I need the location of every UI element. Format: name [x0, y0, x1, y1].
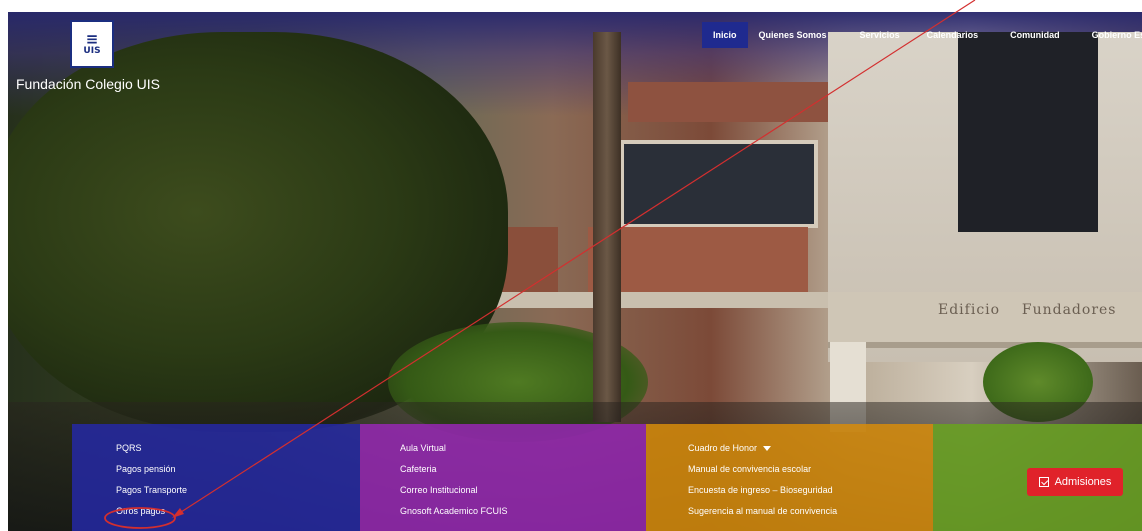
link-cuadro-de-honor[interactable]: Cuadro de Honor [688, 438, 933, 459]
admisiones-button[interactable]: Admisiones [1027, 468, 1123, 496]
building-window-block [958, 32, 1098, 232]
link-otros-pagos[interactable]: Otros pagos [116, 501, 360, 522]
link-pagos-transporte[interactable]: Pagos Transporte [116, 480, 360, 501]
nav-quienes-somos[interactable]: Quienes Somos [748, 22, 838, 48]
nav-comunidad[interactable]: Comunidad [994, 22, 1076, 48]
link-cuadro-de-honor-label: Cuadro de Honor [688, 443, 758, 453]
link-pqrs[interactable]: PQRS [116, 438, 360, 459]
nav-calendarios[interactable]: Calendarios [915, 22, 995, 48]
link-correo-institucional[interactable]: Correo Institucional [400, 480, 646, 501]
building-windows [620, 140, 818, 228]
caret-down-icon [763, 446, 772, 452]
link-cafeteria[interactable]: Cafeteria [400, 459, 646, 480]
quick-links-platforms: Aula Virtual Cafeteria Correo Institucio… [360, 424, 646, 531]
quick-links-payments: PQRS Pagos pensión Pagos Transporte Otro… [72, 424, 360, 531]
link-sugerencia-manual[interactable]: Sugerencia al manual de convivencia [688, 501, 933, 522]
palm-tree [593, 32, 621, 422]
nav-inicio[interactable]: Inicio [702, 22, 748, 48]
school-logo[interactable]: ≡ UIS [70, 20, 114, 68]
website-viewport: Edificio Fundadores ≡ UIS Fundación Cole… [8, 12, 1142, 531]
admisiones-label: Admisiones [1054, 476, 1112, 488]
building-sign: Edificio Fundadores [938, 302, 1117, 318]
link-manual-convivencia[interactable]: Manual de convivencia escolar [688, 459, 933, 480]
link-gnosoft[interactable]: Gnosoft Academico FCUIS [400, 501, 646, 522]
calendar-check-icon [1038, 477, 1049, 487]
brick-wall [628, 82, 828, 122]
logo-mark: ≡ UIS [83, 30, 101, 56]
link-aula-virtual[interactable]: Aula Virtual [400, 438, 646, 459]
quick-links-community: Cuadro de Honor Manual de convivencia es… [646, 424, 933, 531]
nav-gobierno-escolar[interactable]: Gobierno Es [1076, 22, 1142, 48]
main-navigation: Inicio Quienes Somos Servicios Calendari… [702, 22, 1142, 48]
brick-wall [588, 227, 808, 297]
link-encuesta-ingreso[interactable]: Encuesta de ingreso – Bioseguridad [688, 480, 933, 501]
site-title[interactable]: Fundación Colegio UIS [16, 76, 160, 92]
link-pagos-pension[interactable]: Pagos pensión [116, 459, 360, 480]
building-sign-band [828, 292, 1142, 348]
nav-servicios[interactable]: Servicios [838, 22, 915, 48]
